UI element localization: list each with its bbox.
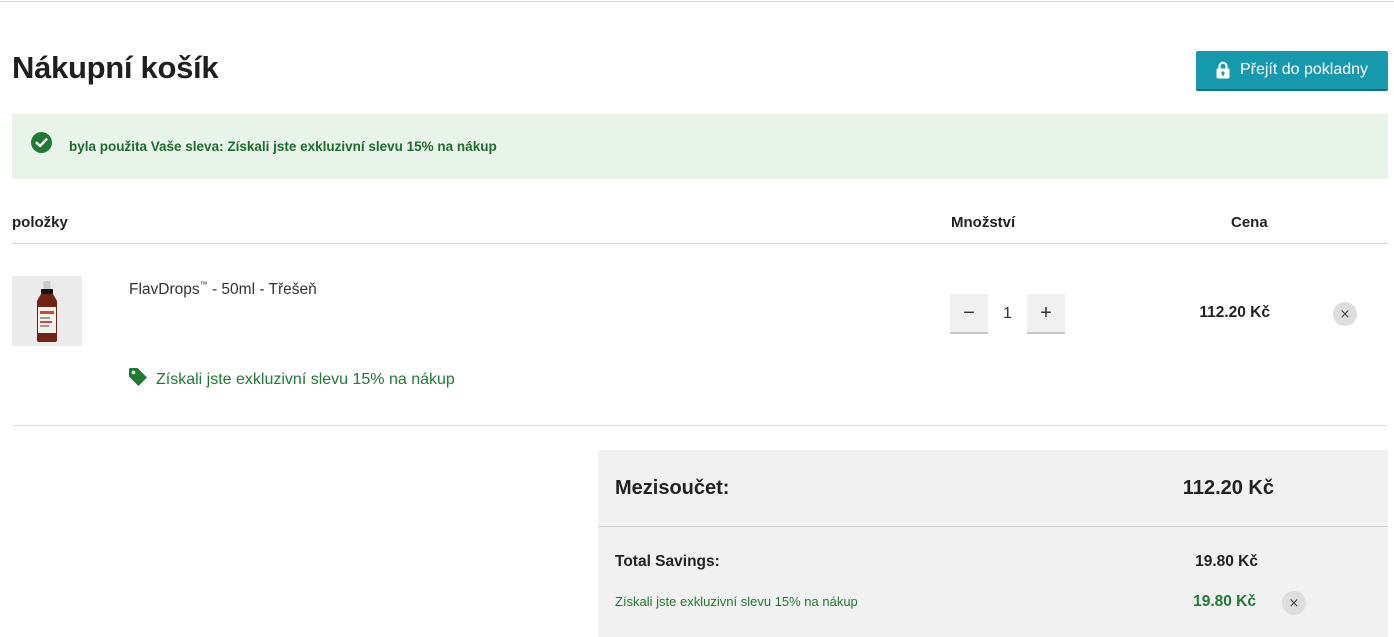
quantity-column-header: Množství	[951, 214, 1016, 231]
product-name[interactable]: FlavDrops™ - 50ml - Třešeň	[129, 280, 317, 299]
order-summary: Mezisoučet: 112.20 Kč Total Savings: 19.…	[598, 450, 1388, 637]
price-column-header: Cena	[1231, 214, 1268, 231]
summary-discount-value: 19.80 Kč	[1193, 593, 1256, 610]
product-variant: - 50ml - Třešeň	[207, 281, 317, 298]
subtotal-value: 112.20 Kč	[1182, 477, 1274, 499]
product-bottle-image	[37, 281, 57, 342]
total-savings-label: Total Savings:	[615, 553, 720, 570]
product-name-text: FlavDrops	[129, 281, 200, 298]
remove-item-button[interactable]: ×	[1333, 302, 1357, 326]
top-divider	[0, 1, 1394, 2]
item-discount-text: Získali jste exkluzivní slevu 15% na nák…	[156, 370, 455, 388]
page-title: Nákupní košík	[12, 50, 219, 85]
item-divider	[12, 425, 1388, 426]
quantity-input[interactable]	[988, 294, 1027, 334]
subtotal-label: Mezisoučet:	[615, 477, 730, 499]
summary-discount-label: Získali jste exkluzivní slevu 15% na nák…	[615, 594, 858, 609]
tag-icon	[128, 367, 148, 392]
summary-divider	[598, 526, 1388, 527]
close-icon: ×	[1288, 595, 1300, 611]
close-icon: ×	[1339, 306, 1351, 322]
checkout-button[interactable]: Přejít do pokladny	[1196, 51, 1388, 91]
notice-message: byla použita Vaše sleva: Získali jste ex…	[69, 139, 497, 154]
items-column-header: položky	[12, 214, 68, 231]
item-discount: Získali jste exkluzivní slevu 15% na nák…	[128, 367, 455, 392]
trademark-symbol: ™	[199, 280, 208, 289]
header-divider	[12, 243, 1388, 244]
check-circle-icon	[31, 132, 52, 158]
item-price: 112.20 Kč	[1199, 304, 1270, 321]
discount-applied-notice: byla použita Vaše sleva: Získali jste ex…	[12, 114, 1388, 179]
total-savings-value: 19.80 Kč	[1195, 553, 1258, 570]
lock-icon	[1216, 61, 1230, 79]
quantity-increase-button[interactable]: +	[1027, 294, 1065, 334]
remove-discount-button[interactable]: ×	[1282, 591, 1306, 615]
product-image[interactable]	[12, 276, 82, 346]
checkout-button-label: Přejít do pokladny	[1239, 61, 1369, 78]
quantity-decrease-button[interactable]: −	[950, 294, 988, 334]
